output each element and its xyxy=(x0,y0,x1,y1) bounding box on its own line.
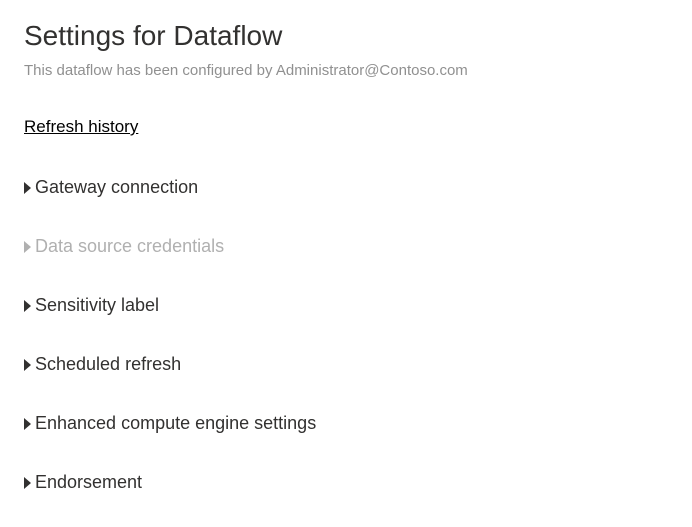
section-label: Scheduled refresh xyxy=(35,354,181,375)
section-label: Enhanced compute engine settings xyxy=(35,413,316,434)
section-gateway-connection[interactable]: Gateway connection xyxy=(24,165,668,210)
section-endorsement[interactable]: Endorsement xyxy=(24,460,668,505)
section-scheduled-refresh[interactable]: Scheduled refresh xyxy=(24,342,668,387)
chevron-right-icon xyxy=(24,241,31,253)
section-label: Endorsement xyxy=(35,472,142,493)
section-label: Data source credentials xyxy=(35,236,224,257)
chevron-right-icon xyxy=(24,418,31,430)
refresh-history-link[interactable]: Refresh history xyxy=(24,117,138,137)
admin-email: Administrator@Contoso.com xyxy=(276,62,468,79)
section-enhanced-compute-engine[interactable]: Enhanced compute engine settings xyxy=(24,401,668,446)
section-label: Gateway connection xyxy=(35,177,198,198)
page-title: Settings for Dataflow xyxy=(24,20,668,52)
section-data-source-credentials: Data source credentials xyxy=(24,224,668,269)
chevron-right-icon xyxy=(24,182,31,194)
subtitle-prefix: This dataflow has been configured by xyxy=(24,62,273,79)
section-label: Sensitivity label xyxy=(35,295,159,316)
subtitle: This dataflow has been configured by Adm… xyxy=(24,62,668,79)
section-sensitivity-label[interactable]: Sensitivity label xyxy=(24,283,668,328)
chevron-right-icon xyxy=(24,359,31,371)
chevron-right-icon xyxy=(24,300,31,312)
chevron-right-icon xyxy=(24,477,31,489)
sections-list: Gateway connection Data source credentia… xyxy=(24,165,668,519)
